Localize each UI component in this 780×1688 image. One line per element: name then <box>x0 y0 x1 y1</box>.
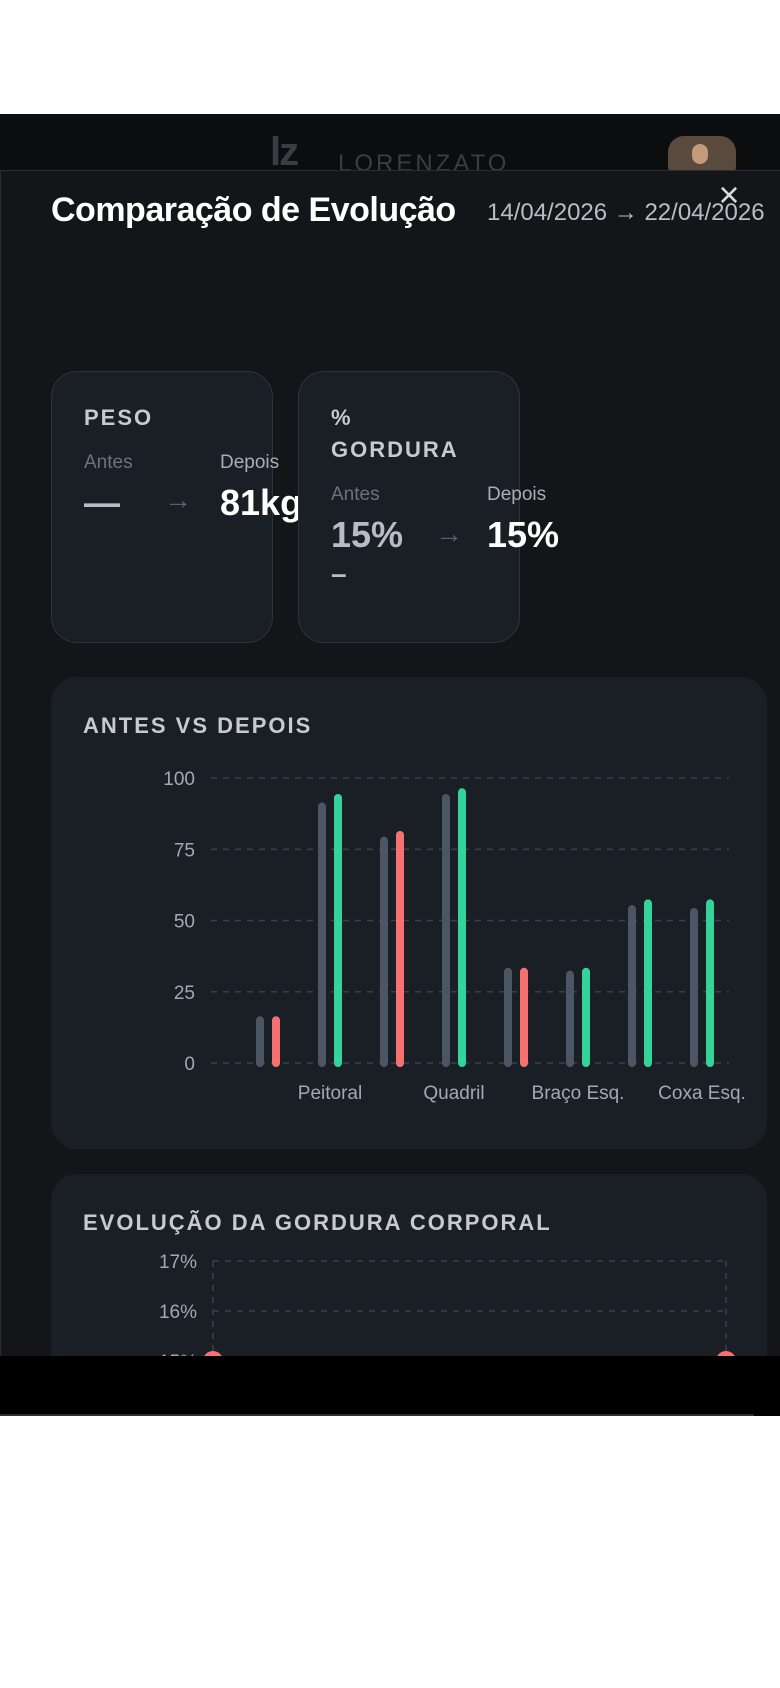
modal-title: Comparação de Evolução <box>51 191 456 229</box>
y-tick-label: 16% <box>159 1302 197 1323</box>
x-tick-label: Quadril <box>423 1083 484 1104</box>
close-button[interactable]: × <box>711 177 747 213</box>
x-tick-label: Braço Esq. <box>532 1083 625 1104</box>
y-tick-label: 50 <box>174 912 195 933</box>
y-tick-label: 0 <box>184 1054 195 1075</box>
arrow-right-icon: → <box>164 484 192 515</box>
app-header: lz LORENZATO <box>0 114 780 182</box>
depois-value: 15% <box>487 514 560 555</box>
comparison-modal: Comparação de Evolução 14/04/2026 → 22/0… <box>0 170 780 1365</box>
y-tick-label: 75 <box>174 840 195 861</box>
arrow-right-icon: → <box>435 518 463 549</box>
stat-label: PESO <box>84 405 154 430</box>
depois-label: Depois <box>220 452 280 473</box>
antes-value: — <box>84 482 120 523</box>
y-tick-label: 25 <box>174 983 195 1004</box>
x-tick-label: Coxa Esq. <box>658 1083 746 1104</box>
comparison-chart-card: ANTES VS DEPOIS 0 25 50 75 100 Peitoral Quadri… <box>51 677 767 1149</box>
antes-value: 15% <box>331 514 404 555</box>
stat-card-peso: PESO Antes Depois — → 81kg <box>51 371 302 643</box>
delta-value: – <box>331 558 347 589</box>
fat-chart-card: EVOLUÇÃO DA GORDURA CORPORAL 17%16%15%14… <box>51 1174 767 1365</box>
app-frame: lz LORENZATO Comparação de Evolução 14/0… <box>0 114 780 1416</box>
bottom-bar <box>0 1356 780 1416</box>
depois-label: Depois <box>487 484 547 505</box>
close-icon: × <box>718 174 740 215</box>
depois-value: 81kg <box>220 482 303 523</box>
stat-label: % GORDURA <box>331 405 459 462</box>
y-tick-label: 100 <box>163 769 195 790</box>
logo-mark: lz <box>270 130 299 174</box>
antes-label: Antes <box>84 452 133 473</box>
stat-card-gordura: % GORDURA Antes Depois 15% → 15% – <box>298 371 559 643</box>
antes-label: Antes <box>331 484 380 505</box>
bottom-nav <box>0 1414 754 1416</box>
y-tick-label: 17% <box>159 1252 197 1273</box>
x-tick-label: Peitoral <box>298 1083 362 1104</box>
line-chart: 17%16%15%14% <box>159 1252 736 1365</box>
bar-chart: 0 25 50 75 100 Peitoral Quadril Braço Esq. Coxa … <box>163 769 746 1104</box>
